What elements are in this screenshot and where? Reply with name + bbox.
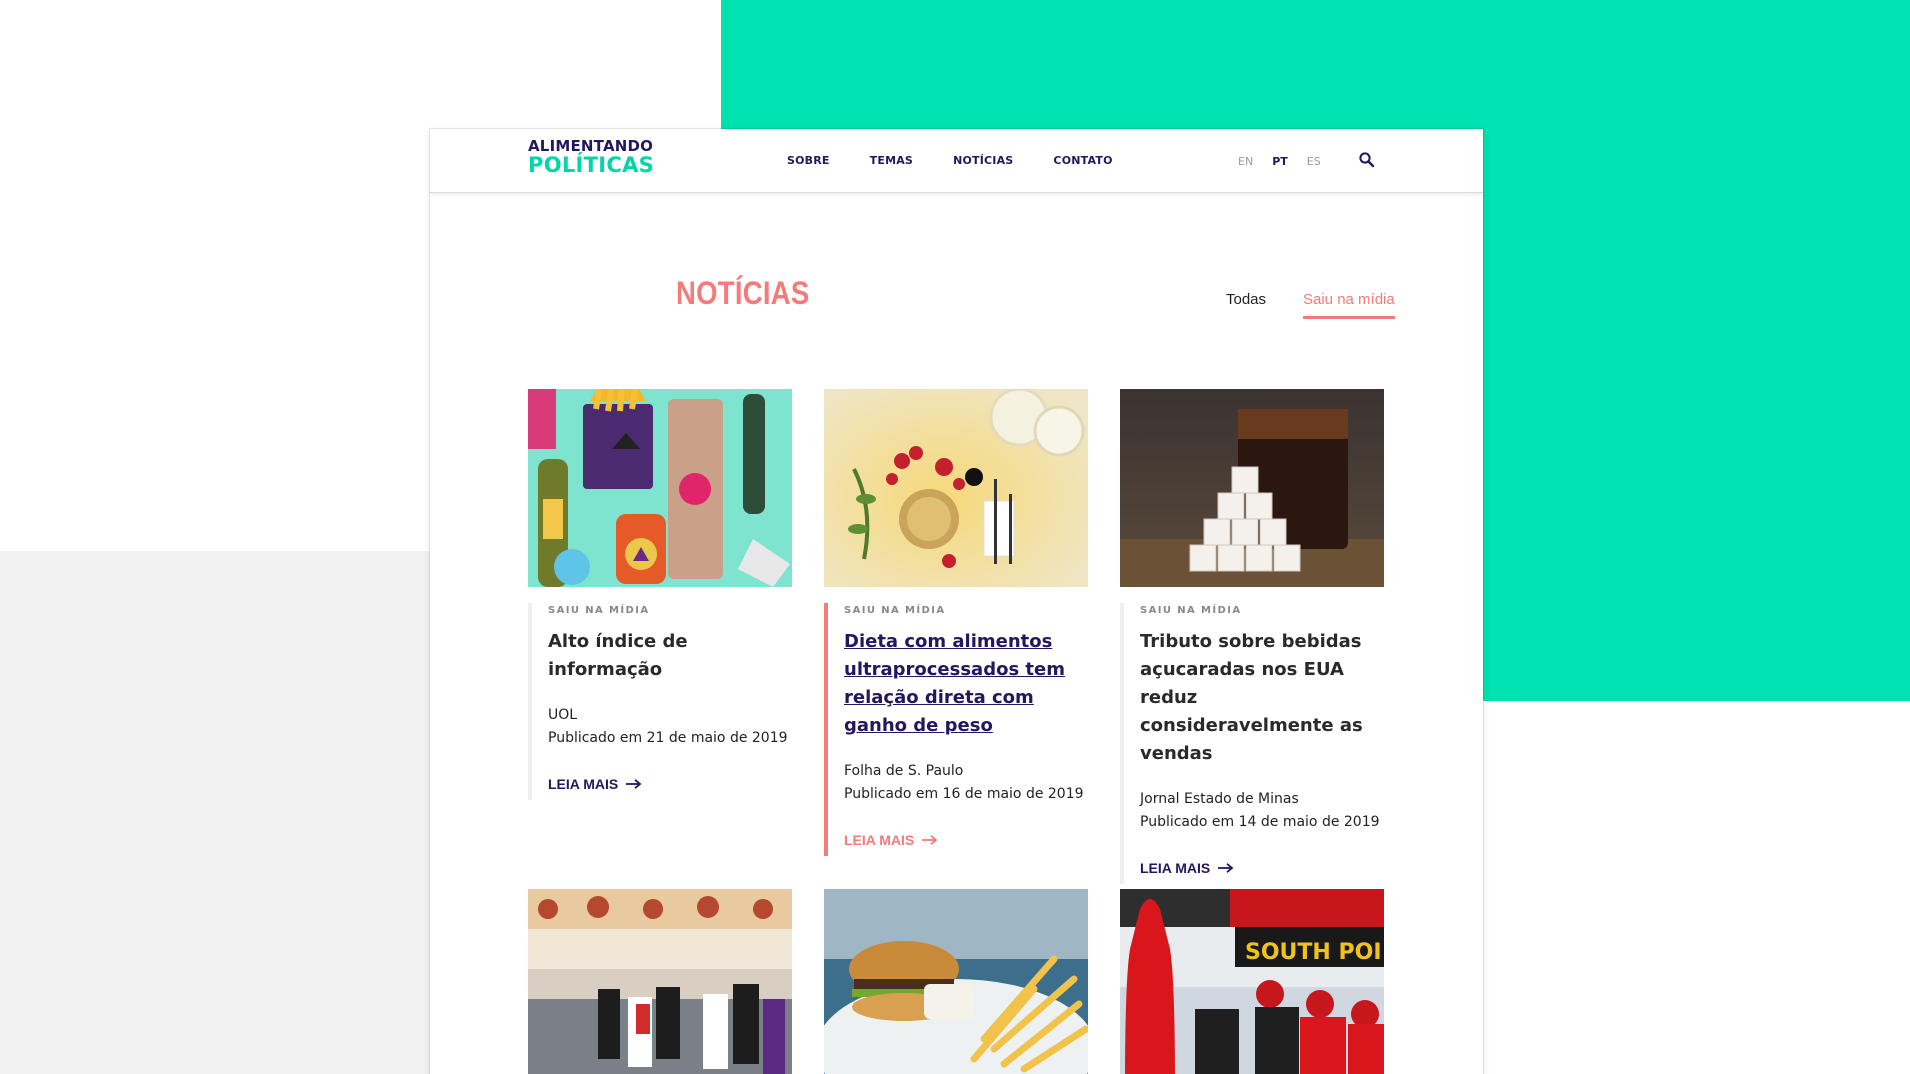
card-image-sugar-cubes[interactable] bbox=[1120, 389, 1384, 587]
card-category: SAIU NA MÍDIA bbox=[1140, 605, 1242, 616]
card-source: Jornal Estado de Minas bbox=[1140, 791, 1299, 807]
card-title[interactable]: Tributo sobre bebidas açucaradas nos EUA… bbox=[1140, 628, 1384, 768]
logo[interactable]: ALIMENTANDO POLÍTICAS bbox=[528, 139, 654, 176]
news-card: SAIU NA MÍDIA Dieta com alimentos ultrap… bbox=[824, 389, 1088, 856]
arrow-right-icon bbox=[626, 779, 642, 789]
background-gray-block bbox=[0, 551, 430, 1074]
read-more-label: LEIA MAIS bbox=[1140, 860, 1211, 876]
read-more-link[interactable]: LEIA MAIS bbox=[844, 832, 938, 856]
logo-line2: POLÍTICAS bbox=[528, 153, 655, 177]
lang-pt[interactable]: PT bbox=[1272, 155, 1288, 168]
read-more-link[interactable]: LEIA MAIS bbox=[548, 776, 642, 800]
browser-frame: ALIMENTANDO POLÍTICAS SOBRE TEMAS NOTÍCI… bbox=[430, 129, 1483, 1074]
filter-todas[interactable]: Todas bbox=[1226, 291, 1266, 308]
card-source: UOL bbox=[548, 707, 578, 723]
read-more-link[interactable]: LEIA MAIS bbox=[1140, 860, 1234, 884]
search-icon[interactable] bbox=[1358, 151, 1376, 169]
filter-saiu-na-midia[interactable]: Saiu na mídia bbox=[1303, 291, 1395, 319]
card-image-coca-cola-event[interactable]: SOUTH POI bbox=[1120, 889, 1384, 1074]
card-date: Publicado em 21 de maio de 2019 bbox=[548, 730, 788, 746]
arrow-right-icon bbox=[1218, 863, 1234, 873]
lang-en[interactable]: EN bbox=[1238, 155, 1253, 168]
card-title[interactable]: Dieta com alimentos ultraprocessados tem… bbox=[844, 628, 1088, 740]
nav-noticias[interactable]: NOTÍCIAS bbox=[953, 154, 1013, 167]
lang-es[interactable]: ES bbox=[1307, 155, 1321, 168]
card-source: Folha de S. Paulo bbox=[844, 763, 964, 779]
language-switcher: EN PT ES bbox=[1238, 155, 1340, 168]
news-card: SAIU NA MÍDIA Alto índice de informação … bbox=[528, 389, 792, 800]
card-image-burger-fries[interactable] bbox=[824, 889, 1088, 1074]
arrow-right-icon bbox=[922, 835, 938, 845]
card-image-plate-meal[interactable] bbox=[824, 389, 1088, 587]
card-category: SAIU NA MÍDIA bbox=[548, 605, 650, 616]
logo-line1: ALIMENTANDO bbox=[528, 137, 654, 155]
page-title: NOTÍCIAS bbox=[676, 275, 810, 311]
card-category: SAIU NA MÍDIA bbox=[844, 605, 946, 616]
nav-contato[interactable]: CONTATO bbox=[1053, 154, 1112, 167]
read-more-label: LEIA MAIS bbox=[844, 832, 915, 848]
card-body: SAIU NA MÍDIA Alto índice de informação … bbox=[528, 603, 792, 800]
card-image-cafeteria[interactable] bbox=[528, 889, 792, 1074]
card-date: Publicado em 16 de maio de 2019 bbox=[844, 786, 1084, 802]
nav-temas[interactable]: TEMAS bbox=[870, 154, 913, 167]
read-more-label: LEIA MAIS bbox=[548, 776, 619, 792]
main-nav: SOBRE TEMAS NOTÍCIAS CONTATO bbox=[787, 154, 1153, 167]
card-body: SAIU NA MÍDIA Dieta com alimentos ultrap… bbox=[824, 603, 1088, 856]
card-image-packaged-foods[interactable] bbox=[528, 389, 792, 587]
site-header: ALIMENTANDO POLÍTICAS SOBRE TEMAS NOTÍCI… bbox=[430, 129, 1483, 193]
nav-sobre[interactable]: SOBRE bbox=[787, 154, 830, 167]
card-body: SAIU NA MÍDIA Tributo sobre bebidas açuc… bbox=[1120, 603, 1384, 884]
svg-text:SOUTH POI: SOUTH POI bbox=[1245, 940, 1382, 965]
news-card: SAIU NA MÍDIA Tributo sobre bebidas açuc… bbox=[1120, 389, 1384, 884]
card-title[interactable]: Alto índice de informação bbox=[548, 628, 792, 684]
card-date: Publicado em 14 de maio de 2019 bbox=[1140, 814, 1380, 830]
